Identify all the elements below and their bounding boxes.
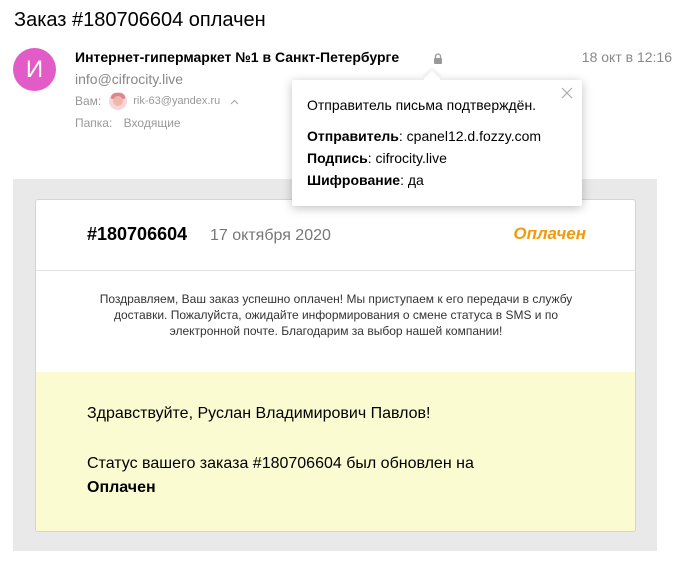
popup-signature-value: : cifrocity.live [367,150,447,166]
chevron-up-icon[interactable] [230,96,239,107]
popup-encryption-row: Шифрование: да [307,172,424,188]
folder-label: Папка: [75,116,113,130]
sender-name[interactable]: Интернет-гипермаркет №1 в Санкт-Петербур… [75,49,399,65]
popup-signature-row: Подпись: cifrocity.live [307,150,447,166]
email-subject: Заказ #180706604 оплачен [14,9,266,31]
status-update-value: Оплачен [87,479,156,496]
close-icon[interactable] [560,86,574,100]
greeting-text: Здравствуйте, Руслан Владимирович Павлов… [87,405,431,422]
order-date: 17 октября 2020 [210,227,331,244]
recipient-label: Вам: [75,94,102,108]
folder-row: Папка: Входящие [75,116,181,130]
popup-title: Отправитель письма подтверждён. [307,97,537,113]
popup-sender-value: : cpanel12.d.fozzy.com [398,128,542,144]
recipient-row: Вам: rik-63@yandex.ru [75,92,239,110]
popup-signature-label: Подпись [307,150,368,166]
lock-icon[interactable] [433,52,443,70]
popup-encryption-label: Шифрование [307,172,401,188]
recipient-avatar [109,92,128,110]
greeting-block: Здравствуйте, Руслан Владимирович Павлов… [36,372,635,531]
order-status: Оплачен [513,224,586,243]
recipient-email[interactable]: rik-63@yandex.ru [133,95,220,107]
order-header: #180706604 17 октября 2020 Оплачен [36,200,635,271]
sender-email[interactable]: info@cifrocity.live [75,71,183,87]
status-update-prefix: Статус вашего заказа #180706604 был обно… [87,455,474,472]
folder-value[interactable]: Входящие [124,116,181,130]
popup-sender-row: Отправитель: cpanel12.d.fozzy.com [307,128,541,144]
email-date: 18 окт в 12:16 [581,49,672,65]
popup-arrow [423,70,441,88]
sender-avatar[interactable]: И [13,48,56,91]
order-card: #180706604 17 октября 2020 Оплачен Поздр… [35,199,636,532]
sender-verification-popup: Отправитель письма подтверждён. Отправит… [292,70,582,206]
order-number: #180706604 [87,224,188,244]
popup-encryption-value: : да [400,172,424,188]
status-update-text: Статус вашего заказа #180706604 был обно… [87,452,547,500]
popup-sender-label: Отправитель [307,128,399,144]
congrats-text: Поздравляем, Ваш заказ успешно оплачен! … [99,292,573,338]
